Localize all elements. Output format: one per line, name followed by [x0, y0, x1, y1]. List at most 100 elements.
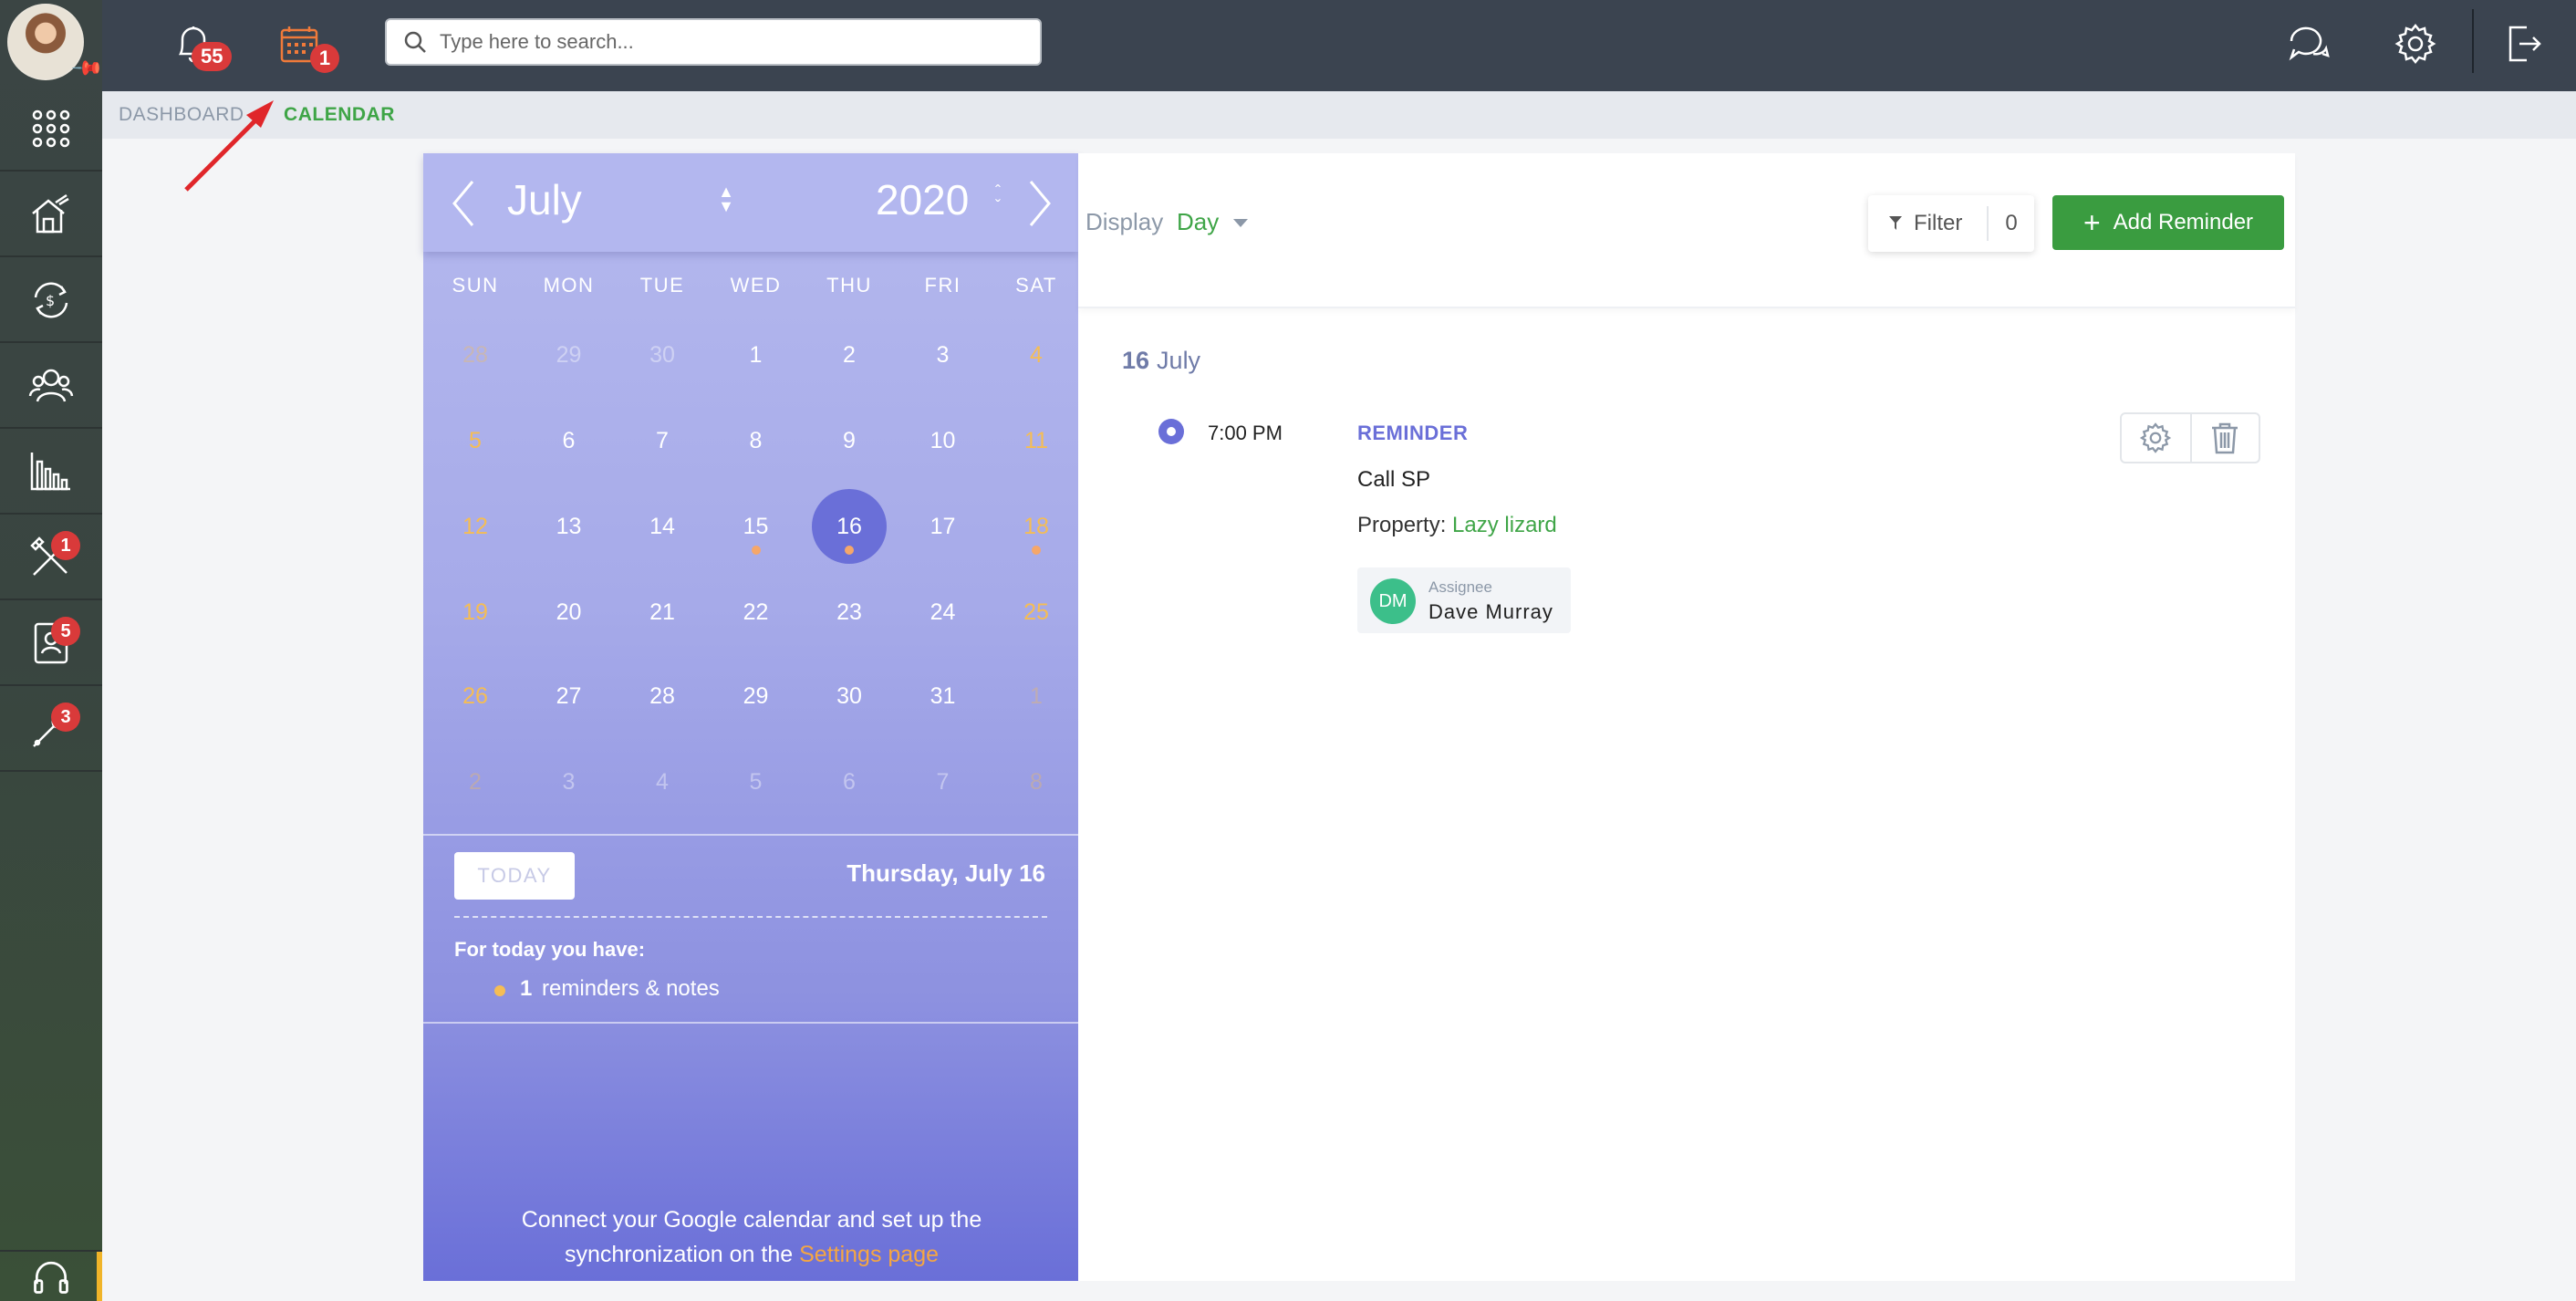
calendar-badge: 1 [310, 44, 339, 73]
reminder-delete-button[interactable] [2189, 414, 2259, 462]
reminder-settings-button[interactable] [2122, 414, 2190, 462]
plus-icon: + [2083, 206, 2101, 239]
calendar-day[interactable]: 4 [990, 312, 1083, 398]
bar-chart-icon [30, 453, 70, 491]
calendar-day[interactable]: 16 [803, 484, 896, 569]
calendar-day[interactable]: 9 [803, 398, 896, 484]
caret-down-icon[interactable] [1233, 219, 1248, 227]
calendar-day[interactable]: 7 [616, 398, 709, 484]
calendar-day[interactable]: 28 [429, 312, 522, 398]
calendar-day[interactable]: 30 [616, 312, 709, 398]
calendar-day[interactable]: 10 [897, 398, 990, 484]
calendar-day[interactable]: 1 [710, 312, 803, 398]
sidebar-item-support[interactable] [0, 1250, 102, 1301]
calendar-day[interactable]: 23 [803, 569, 896, 655]
people-icon [28, 369, 74, 402]
calendar-day[interactable]: 17 [897, 484, 990, 569]
calendar-day[interactable]: 30 [803, 653, 896, 739]
svg-text:$: $ [46, 292, 55, 309]
calendar-day[interactable]: 11 [990, 398, 1083, 484]
calendar-day[interactable]: 8 [710, 398, 803, 484]
sidebar-item-tenants[interactable]: 5 [0, 602, 102, 686]
calendar-day[interactable]: 19 [429, 569, 522, 655]
calendar-day[interactable]: 29 [523, 312, 616, 398]
calendar-day[interactable]: 1 [990, 653, 1083, 739]
sidebar-item-apps[interactable] [0, 88, 102, 172]
calendar-day[interactable]: 20 [523, 569, 616, 655]
calendar-day[interactable]: 5 [710, 739, 803, 825]
chevron-left-icon [452, 181, 474, 226]
filter-label: Filter [1914, 211, 1963, 235]
search-box[interactable] [385, 18, 1042, 66]
calendar-divider [423, 834, 1078, 836]
add-reminder-button[interactable]: + Add Reminder [2052, 195, 2284, 250]
weekday-label: SUN [452, 274, 499, 297]
today-summary-item[interactable]: 1 reminders & notes [520, 976, 720, 1002]
calendar-day[interactable]: 5 [429, 398, 522, 484]
calendar-day[interactable]: 2 [803, 312, 896, 398]
calendar-day[interactable]: 7 [897, 739, 990, 825]
reminder-time: 7:00 PM [1208, 422, 1283, 444]
calendar-day[interactable]: 2 [429, 739, 522, 825]
month-spinner-icon[interactable]: ▲ ▼ [717, 183, 735, 214]
sidebar-item-properties[interactable] [0, 173, 102, 257]
calendar-day[interactable]: 18 [990, 484, 1083, 569]
display-label: Display [1085, 208, 1164, 235]
sidebar-item-reports[interactable] [0, 431, 102, 515]
reminder-actions [2120, 412, 2260, 463]
dashed-divider [454, 916, 1047, 918]
support-accent [97, 1252, 102, 1301]
today-button[interactable]: TODAY [454, 852, 575, 900]
calendar-day[interactable]: 8 [990, 739, 1083, 825]
assignee-name: Dave Murray [1428, 600, 1553, 623]
prev-month-button[interactable] [440, 172, 485, 235]
next-month-button[interactable] [1018, 172, 1064, 235]
calendar-day[interactable]: 22 [710, 569, 803, 655]
calendar-day[interactable]: 6 [523, 398, 616, 484]
year-label[interactable]: 2020 [876, 175, 969, 224]
sidebar-item-vendors[interactable]: 3 [0, 688, 102, 772]
calendar-day[interactable]: 4 [616, 739, 709, 825]
sidebar: 📌 $ 1 5 3 [0, 0, 105, 1301]
calendar-day[interactable]: 15 [710, 484, 803, 569]
month-label[interactable]: July [507, 175, 582, 224]
calendar-day[interactable]: 26 [429, 653, 522, 739]
weekday-label: WED [730, 274, 782, 297]
year-spinner-icon[interactable]: ˆˇ [989, 183, 1007, 214]
sidebar-item-contacts[interactable] [0, 345, 102, 429]
calendar-day[interactable]: 6 [803, 739, 896, 825]
calendar-day[interactable]: 3 [897, 312, 990, 398]
settings-button[interactable] [2388, 16, 2443, 71]
calendar-day[interactable]: 21 [616, 569, 709, 655]
calendar-day[interactable]: 29 [710, 653, 803, 739]
assignee-card: DM Assignee Dave Murray [1357, 567, 1571, 633]
breadcrumb: DASHBOARD › CALENDAR [102, 91, 2576, 139]
agenda-month: July [1157, 347, 1201, 374]
breadcrumb-current: CALENDAR [284, 104, 395, 125]
logout-button[interactable] [2496, 16, 2550, 71]
top-bar: 55 1 [102, 0, 2576, 91]
calendar-day[interactable]: 14 [616, 484, 709, 569]
calendar-day[interactable]: 28 [616, 653, 709, 739]
sidebar-item-finance[interactable]: $ [0, 259, 102, 343]
bullet-icon [494, 985, 505, 996]
calendar-day[interactable]: 31 [897, 653, 990, 739]
house-icon [32, 193, 69, 234]
display-select[interactable]: Day [1177, 208, 1219, 236]
reminder-type: REMINDER [1357, 422, 1469, 444]
calendar-day[interactable]: 13 [523, 484, 616, 569]
property-link[interactable]: Lazy lizard [1452, 513, 1557, 537]
settings-page-link[interactable]: Settings page [799, 1242, 939, 1267]
chat-button[interactable] [2280, 16, 2335, 71]
filter-button[interactable]: Filter 0 [1868, 195, 2034, 252]
calendar-day[interactable]: 12 [429, 484, 522, 569]
calendar-day[interactable]: 3 [523, 739, 616, 825]
calendar-day[interactable]: 27 [523, 653, 616, 739]
sidebar-item-maintenance[interactable]: 1 [0, 516, 102, 600]
calendar-day[interactable]: 24 [897, 569, 990, 655]
headset-icon [34, 1261, 68, 1294]
search-input[interactable] [440, 30, 987, 54]
calendar-divider-2 [423, 1022, 1078, 1024]
calendar-day[interactable]: 25 [990, 569, 1083, 655]
reminder-status-icon[interactable] [1158, 419, 1184, 444]
